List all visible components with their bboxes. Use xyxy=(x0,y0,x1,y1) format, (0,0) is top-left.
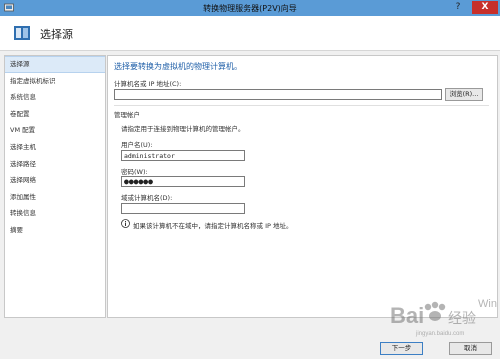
browse-button[interactable]: 浏览(R)... xyxy=(445,88,483,101)
section-divider xyxy=(114,105,489,106)
computer-name-input[interactable] xyxy=(114,89,442,100)
window-title: 转换物理服务器(P2V)向导 xyxy=(203,4,297,13)
paw-icon xyxy=(424,301,446,321)
info-icon xyxy=(121,219,130,228)
watermark-url: jingyan.baidu.com xyxy=(415,331,464,337)
step-select-path[interactable]: 选择路径 xyxy=(5,156,105,173)
password-label: 密码(W): xyxy=(121,168,148,176)
username-label: 用户名(U): xyxy=(121,141,153,149)
computer-name-label: 计算机名或 IP 地址(C): xyxy=(114,80,182,88)
window-titlebar: 转换物理服务器(P2V)向导 ? X xyxy=(0,0,500,17)
main-panel: 选择要转换为虚拟机的物理计算机。 计算机名或 IP 地址(C): 浏览(R)..… xyxy=(107,55,498,318)
help-button[interactable]: ? xyxy=(447,1,469,14)
step-select-source[interactable]: 选择源 xyxy=(5,56,105,73)
domain-label: 域或计算机名(D): xyxy=(121,194,173,202)
step-volume-config[interactable]: 卷配置 xyxy=(5,106,105,123)
wizard-steps: 选择源 指定虚拟机标识 系统信息 卷配置 VM 配置 选择主机 选择路径 选择网… xyxy=(4,55,106,318)
step-add-properties[interactable]: 添加属性 xyxy=(5,189,105,206)
admin-description: 请指定用于连接到物理计算机的管理帐户。 xyxy=(121,125,245,133)
step-conversion-info[interactable]: 转换信息 xyxy=(5,205,105,222)
admin-section-title: 管理帐户 xyxy=(114,111,140,119)
info-text: 如果该计算机不在域中，请指定计算机名称或 IP 地址。 xyxy=(133,222,293,230)
step-vm-identity[interactable]: 指定虚拟机标识 xyxy=(5,73,105,90)
username-input[interactable]: administrator xyxy=(121,150,245,161)
watermark-win: Win xyxy=(478,298,497,310)
wizard-icon xyxy=(14,26,30,40)
domain-input[interactable] xyxy=(121,203,245,214)
baidu-jingyan-watermark: Bai 经验 Win jingyan.baidu.com xyxy=(390,298,497,337)
watermark-jingyan: 经验 xyxy=(448,311,476,327)
password-input[interactable]: ●●●●●● xyxy=(121,176,245,187)
step-summary[interactable]: 摘要 xyxy=(5,222,105,239)
step-vm-config[interactable]: VM 配置 xyxy=(5,122,105,139)
watermark-brand: Bai xyxy=(390,303,424,328)
main-heading: 选择要转换为虚拟机的物理计算机。 xyxy=(114,62,242,71)
close-button[interactable]: X xyxy=(472,1,498,14)
page-header: 选择源 xyxy=(0,16,500,51)
step-select-network[interactable]: 选择网络 xyxy=(5,172,105,189)
page-title: 选择源 xyxy=(40,28,73,41)
step-system-info[interactable]: 系统信息 xyxy=(5,89,105,106)
step-select-host[interactable]: 选择主机 xyxy=(5,139,105,156)
